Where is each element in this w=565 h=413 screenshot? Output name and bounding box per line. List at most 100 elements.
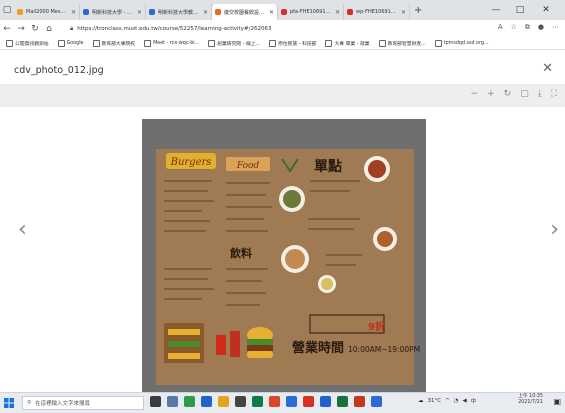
fries-drawing [216, 335, 226, 355]
cup-drawing [230, 331, 240, 357]
profile-icon[interactable]: ● [538, 23, 544, 32]
ime-icon[interactable]: 中 [471, 397, 477, 405]
weather-text[interactable]: 31°C [428, 398, 442, 404]
back-icon[interactable]: ← [0, 20, 14, 37]
word-icon[interactable] [320, 396, 331, 407]
tab-close-icon[interactable]: ✕ [203, 9, 208, 16]
browser-tab[interactable]: Mail2000 Message System✕ [14, 4, 80, 20]
bookmark-page-icon [57, 39, 65, 47]
url-field[interactable]: 🔒︎ https://tronclass.must.edu.tw/course/… [70, 23, 480, 34]
browser-tab[interactable]: 明新科技大學 - 首頁 ✕ [80, 4, 146, 20]
app-icon[interactable] [371, 396, 382, 407]
bookmark-item[interactable]: 教育部智慧財產... [378, 39, 426, 47]
reload-icon[interactable]: ↻ [28, 20, 42, 37]
tab-close-icon[interactable]: ✕ [335, 9, 340, 16]
tray-chevron-icon[interactable]: ^ [445, 398, 450, 404]
tab-label: wp-FHE1069111.pdf [356, 9, 398, 15]
bookmark-item[interactable]: 教育部大專院校 [92, 39, 136, 47]
tab-strip: ▢ Mail2000 Message System✕明新科技大學 - 首頁✕明新… [0, 0, 565, 21]
bookmark-page-icon [325, 39, 333, 47]
store-icon[interactable] [235, 396, 246, 407]
fullscreen-icon[interactable]: ⛶ [551, 89, 557, 99]
network-icon[interactable]: ◔ [454, 398, 459, 404]
bookmark-item[interactable]: 公開資訊觀測站 [6, 39, 49, 47]
excel-icon[interactable] [337, 396, 348, 407]
task-view-icon[interactable] [150, 396, 161, 407]
tab-favicon-icon [17, 9, 23, 15]
browser-tab[interactable]: pfa-FHE1069136.pdf✕ [278, 4, 344, 20]
minus-icon[interactable]: − [471, 89, 479, 99]
bookmark-item[interactable]: Google [57, 39, 84, 47]
forward-icon[interactable]: → [14, 20, 28, 37]
app-icon[interactable] [269, 396, 280, 407]
weather-icon[interactable]: ☁ [418, 398, 424, 404]
bookmark-label: Google [66, 40, 84, 46]
file-explorer-icon[interactable] [218, 396, 229, 407]
url-text: https://tronclass.must.edu.tw/course/522… [77, 25, 272, 32]
notification-icon[interactable]: ▣ [553, 397, 561, 406]
food-text: Food [236, 161, 260, 171]
prev-image-button[interactable]: ‹ [18, 217, 27, 242]
tab-actions-icon[interactable]: ▢ [0, 0, 14, 20]
bookmark-item[interactable]: 原住民族 - 科技部 [269, 39, 317, 47]
bookmark-label: 原住民族 - 科技部 [278, 41, 317, 47]
chrome-icon[interactable] [303, 396, 314, 407]
address-bar: ← → ↻ ⌂ 🔒︎ https://tronclass.must.edu.tw… [0, 20, 565, 37]
windows-start-icon[interactable] [0, 393, 18, 413]
plus-icon[interactable]: + [487, 89, 495, 99]
tab-favicon-icon [83, 9, 89, 15]
snack-title: 單點 [314, 158, 342, 175]
app-icon[interactable] [167, 396, 178, 407]
bookmark-page-icon [378, 39, 386, 47]
new-tab-button[interactable]: + [414, 5, 422, 16]
bookmark-item[interactable]: 創業研究院 - 線上... [208, 39, 260, 47]
taskbar-search-input[interactable]: ⚲ 在這裡輸入文字來搜尋 [22, 396, 144, 410]
download-icon[interactable]: ⤓ [538, 89, 542, 99]
fit-icon[interactable]: ▢ [520, 89, 529, 99]
close-icon[interactable]: ✕ [542, 61, 553, 76]
system-tray: ☁ 31°C ^ ◔ ◀ 中 [418, 397, 476, 405]
close-window-button[interactable]: ✕ [536, 0, 556, 20]
more-icon[interactable]: ⋯ [552, 23, 559, 32]
edge-icon[interactable] [184, 396, 195, 407]
next-image-button[interactable]: › [550, 217, 559, 242]
browser-tab[interactable]: 繳交校園餐飲設計活動✕ [212, 4, 278, 20]
bookmark-item[interactable]: Meet - rcx-wqc-bi... [144, 39, 199, 47]
read-aloud-icon[interactable]: A [498, 23, 503, 32]
bookmark-item[interactable]: 大專 畢業 - 就業 [325, 39, 370, 47]
drinks-title: 飲料 [229, 246, 252, 260]
powerpoint-icon[interactable] [354, 396, 365, 407]
tab-close-icon[interactable]: ✕ [269, 9, 274, 16]
browser-tab[interactable]: wp-FHE1069111.pdf✕ [344, 4, 410, 20]
browser-tab[interactable]: 明新科技大學教學資源平台✕ [146, 4, 212, 20]
clock[interactable]: 上午 10:35 2021/7/21 [518, 394, 543, 406]
rotate-icon[interactable]: ↻ [504, 89, 512, 99]
app-icon[interactable] [286, 396, 297, 407]
bookmark-page-icon [434, 39, 442, 47]
viewer-toolbar: − + ↻ ▢ ⤓ ⛶ [0, 84, 565, 107]
hours-title: 營業時間 [292, 340, 344, 356]
tab-close-icon[interactable]: ✕ [401, 9, 406, 16]
app-icon[interactable] [201, 396, 212, 407]
tab-close-icon[interactable]: ✕ [71, 9, 76, 16]
collections-icon[interactable]: ⧉ [525, 23, 530, 32]
discount-badge: 9折 [368, 320, 385, 333]
bookmark-page-icon [92, 39, 100, 47]
bookmark-page-icon [269, 39, 277, 47]
home-icon[interactable]: ⌂ [42, 20, 56, 37]
favorites-icon[interactable]: ☆ [511, 23, 517, 32]
tab-label: 繳交校園餐飲設計活動 [224, 9, 266, 16]
app-icon[interactable] [252, 396, 263, 407]
bookmarks-bar: 公開資訊觀測站 Google 教育部大專院校 Meet - rcx-wqc-bi...… [0, 37, 565, 50]
bookmark-page-icon [6, 39, 13, 47]
minimize-button[interactable]: — [486, 0, 506, 20]
bookmark-label: 教育部大專院校 [101, 41, 136, 47]
file-title: cdv_photo_012.jpg [14, 65, 104, 76]
tab-close-icon[interactable]: ✕ [137, 9, 142, 16]
maximize-button[interactable]: □ [510, 0, 530, 20]
volume-icon[interactable]: ◀ [463, 398, 467, 404]
bookmark-item[interactable]: tpmsdqd.ssd.org... [434, 39, 489, 47]
bookmark-page-icon [208, 39, 216, 47]
tab-label: Mail2000 Message System [26, 9, 68, 15]
tab-favicon-icon [215, 9, 221, 15]
